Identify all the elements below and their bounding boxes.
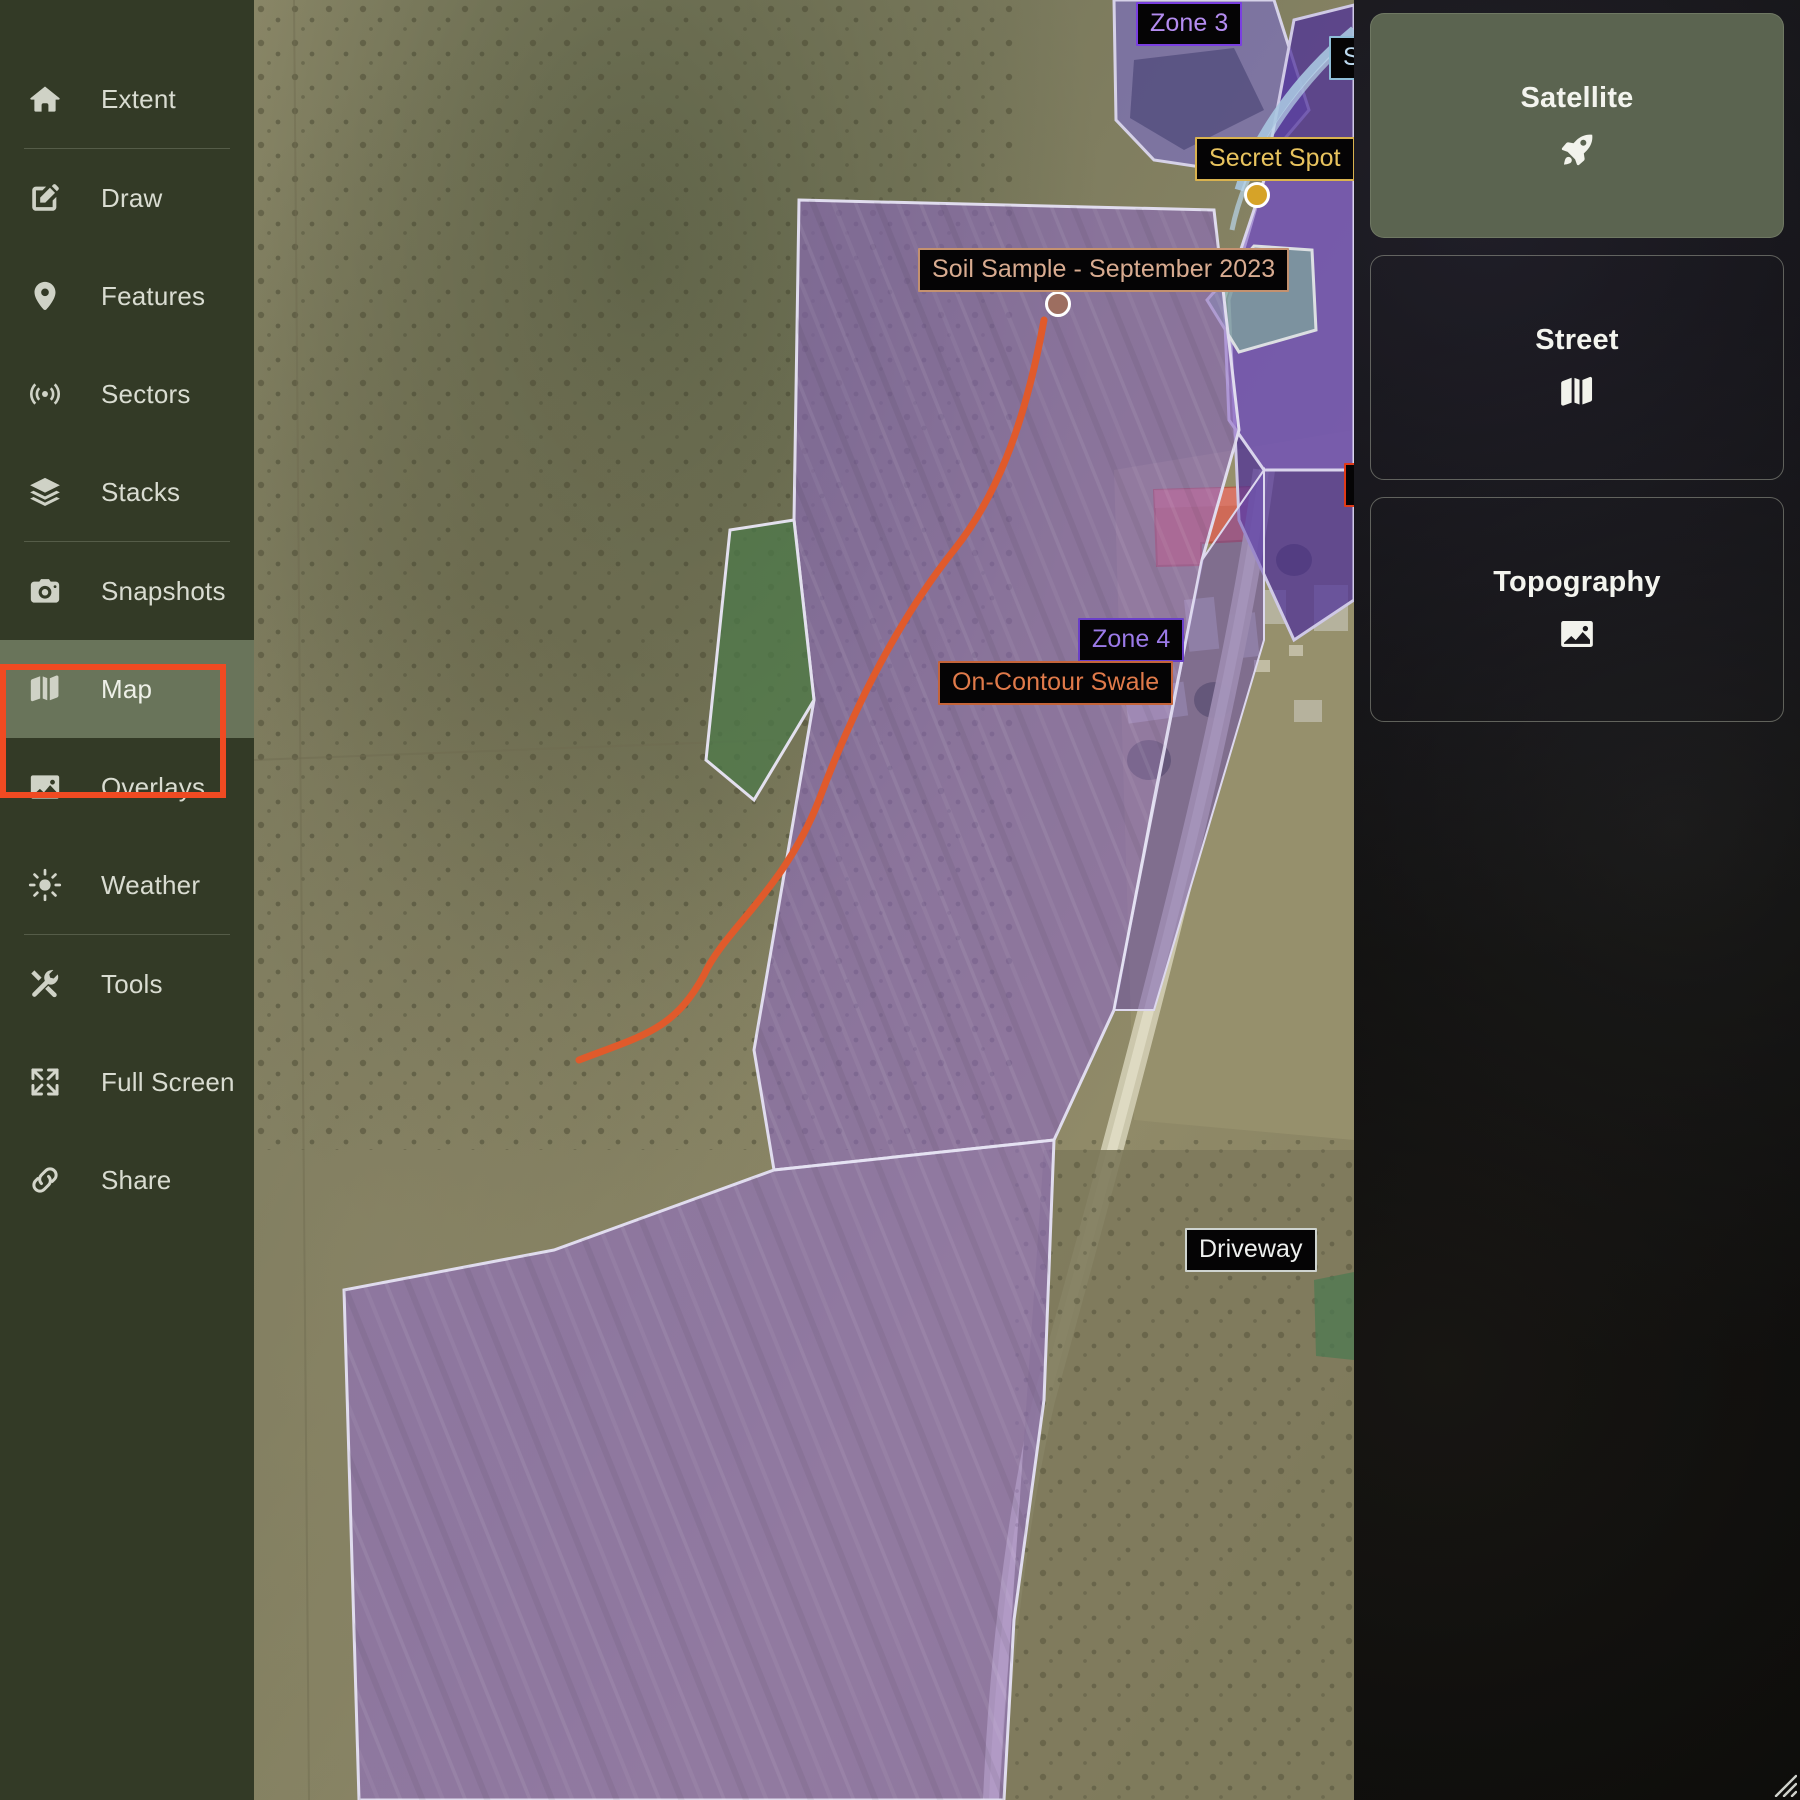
sidebar-item-label: Share [101, 1164, 172, 1195]
sidebar-item-label: Tools [101, 968, 163, 999]
sidebar-item-sectors[interactable]: Sectors [0, 345, 254, 443]
map-label-driveway[interactable]: Driveway [1185, 1228, 1317, 1272]
sidebar-item-full-screen[interactable]: Full Screen [0, 1033, 254, 1131]
map-label-home[interactable]: Home [1344, 463, 1354, 507]
sidebar-item-label: Map [101, 673, 153, 704]
camera-icon [18, 564, 72, 618]
sidebar-item-features[interactable]: Features [0, 247, 254, 345]
sidebar-item-label: Snapshots [101, 575, 226, 606]
sidebar-item-extent[interactable]: Extent [0, 50, 254, 148]
left-sidebar: Extent Draw Features Sectors Stacks Snapshots… [0, 0, 254, 1800]
sidebar-item-overlays[interactable]: Overlays [0, 738, 254, 836]
sidebar-item-label: Extent [101, 83, 176, 114]
map-application: Extent Draw Features Sectors Stacks Snapshots… [0, 0, 1800, 1800]
sun-icon [18, 858, 72, 912]
map-style-label: Street [1535, 324, 1619, 356]
map-style-street[interactable]: Street [1370, 255, 1784, 480]
sidebar-item-label: Weather [101, 869, 201, 900]
rocket-icon [1558, 131, 1596, 169]
resize-grip-icon[interactable] [1763, 1763, 1797, 1797]
map-style-panel: Satellite Street Topography [1354, 0, 1800, 1800]
home-icon [18, 72, 72, 126]
sidebar-item-label: Stacks [101, 476, 181, 507]
image-icon [1558, 615, 1596, 653]
map-label-zone-3[interactable]: Zone 3 [1136, 2, 1243, 46]
layers-icon [18, 465, 72, 519]
map-label-secret-spot[interactable]: Secret Spot [1195, 137, 1354, 181]
sidebar-item-tools[interactable]: Tools [0, 935, 254, 1033]
expand-icon [18, 1055, 72, 1109]
sidebar-item-draw[interactable]: Draw [0, 149, 254, 247]
sidebar-item-map[interactable]: Map [0, 640, 254, 738]
map-icon [1558, 373, 1596, 411]
map-style-list: Satellite Street Topography [1370, 13, 1784, 722]
sidebar-item-label: Features [101, 280, 206, 311]
soil-sample-marker[interactable] [1045, 291, 1071, 317]
sidebar-item-share[interactable]: Share [0, 1131, 254, 1229]
sidebar-item-weather[interactable]: Weather [0, 836, 254, 934]
link-icon [18, 1153, 72, 1207]
map-style-topography[interactable]: Topography [1370, 497, 1784, 722]
sidebar-item-label: Sectors [101, 378, 191, 409]
map-label-soil-sample[interactable]: Soil Sample - September 2023 [918, 248, 1290, 292]
map-label-stream[interactable]: Stream [1329, 36, 1354, 80]
sidebar-item-snapshots[interactable]: Snapshots [0, 542, 254, 640]
map-label-on-contour-swale[interactable]: On-Contour Swale [938, 661, 1174, 705]
sidebar-item-stacks[interactable]: Stacks [0, 443, 254, 541]
sidebar-nav-list: Extent Draw Features Sectors Stacks Snapshots… [0, 50, 254, 1229]
map-viewport[interactable]: Zone 3StreamSecret SpotZone 1Soil Sample… [254, 0, 1354, 1800]
map-icon [18, 662, 72, 716]
signal-icon [18, 367, 72, 421]
pencil-edit-icon [18, 171, 72, 225]
sidebar-item-label: Full Screen [101, 1066, 235, 1097]
map-style-satellite[interactable]: Satellite [1370, 13, 1784, 238]
map-style-label: Topography [1493, 566, 1661, 598]
tools-icon [18, 957, 72, 1011]
map-pin-icon [18, 269, 72, 323]
image-icon [18, 760, 72, 814]
sidebar-item-label: Draw [101, 182, 163, 213]
sidebar-item-label: Overlays [101, 771, 206, 802]
secret-spot-marker[interactable] [1244, 182, 1270, 208]
map-label-zone-4[interactable]: Zone 4 [1078, 618, 1185, 662]
map-style-label: Satellite [1520, 82, 1634, 114]
